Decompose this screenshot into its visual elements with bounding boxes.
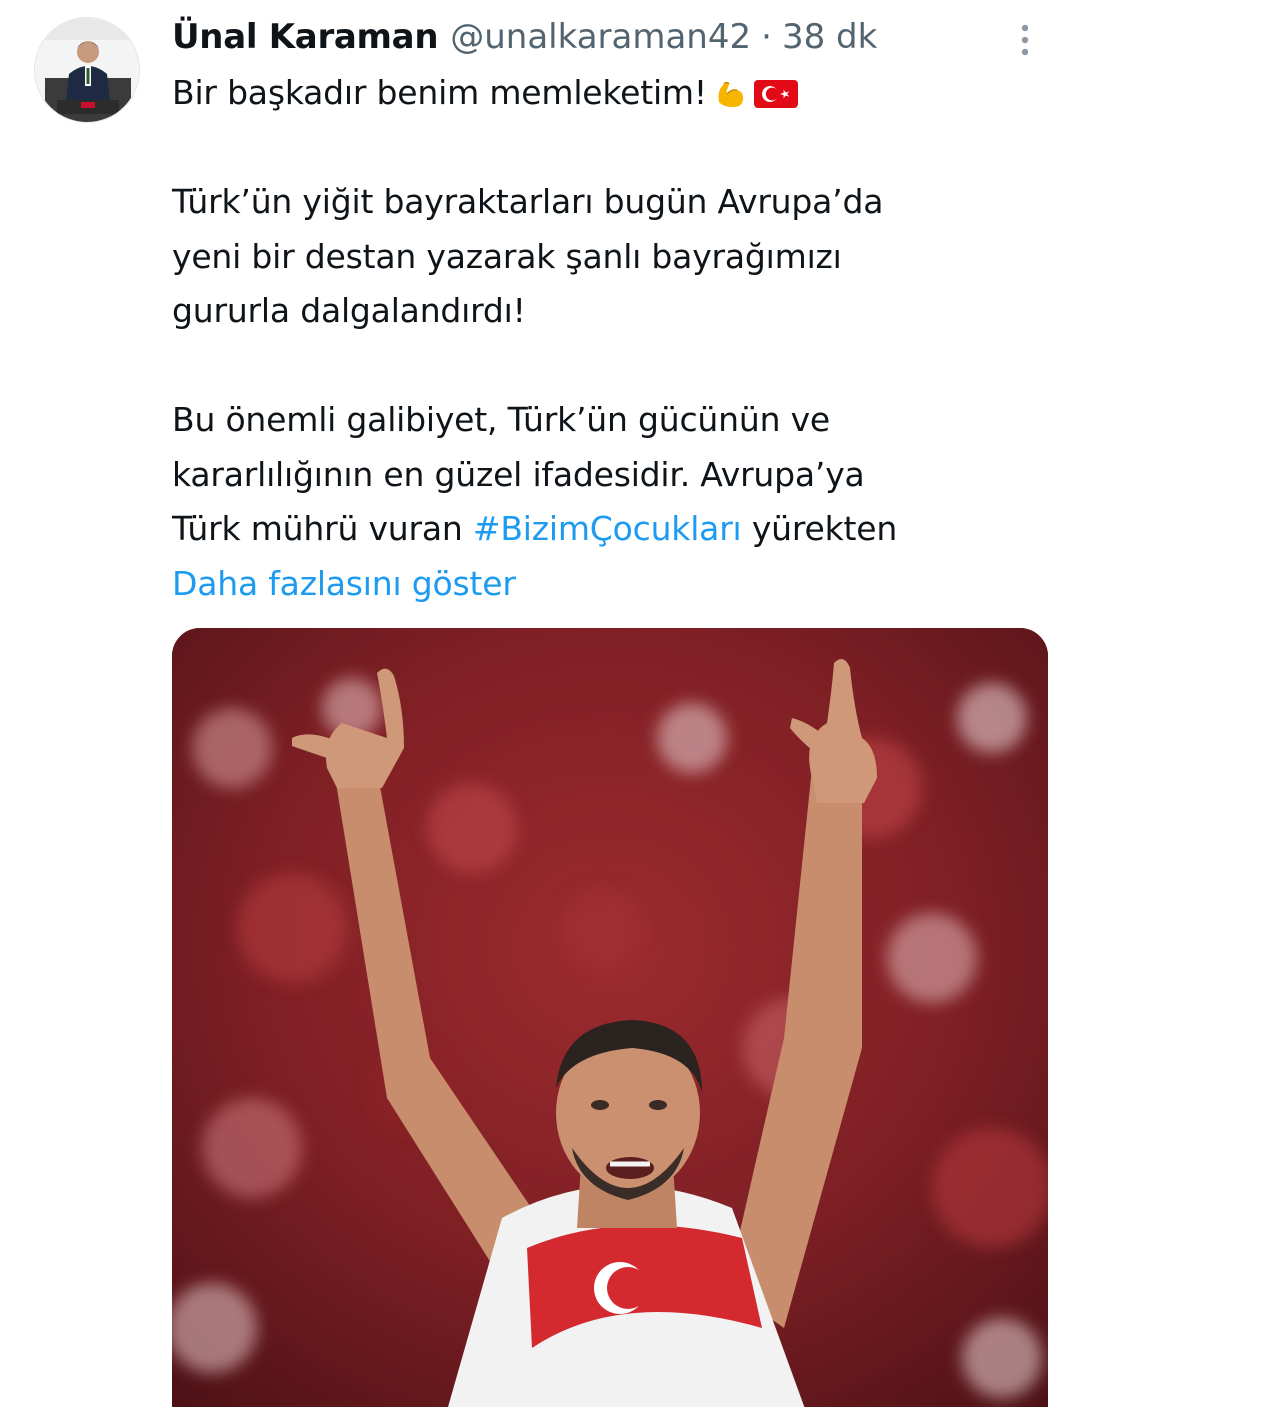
more-options-icon[interactable]: [1010, 20, 1040, 60]
tweet[interactable]: Ünal Karaman @unalkaraman42 · 38 dk Bir …: [0, 0, 1280, 1407]
tweet-line-7-before: Türk mührü vuran: [172, 509, 473, 548]
turkey-flag-icon: [753, 72, 799, 127]
tweet-timestamp[interactable]: 38 dk: [782, 12, 877, 62]
show-more-link[interactable]: Daha fazlasını göster: [172, 557, 1072, 612]
tweet-line-4: gururla dalgalandırdı!: [172, 291, 526, 330]
tweet-line-7-after: yürekten: [741, 509, 898, 548]
author-name[interactable]: Ünal Karaman: [172, 12, 439, 62]
politician-at-podium-avatar: [35, 18, 139, 122]
football-player-celebrating-photo: [172, 628, 1048, 1407]
tweet-intro: Bir başkadır benim memleketim!: [172, 73, 707, 112]
header-separator: ·: [761, 17, 772, 57]
tweet-line-6: kararlılığının en güzel ifadesidir. Avru…: [172, 454, 865, 494]
flexed-biceps-icon: [713, 72, 747, 127]
tweet-header: Ünal Karaman @unalkaraman42 · 38 dk: [172, 12, 877, 62]
tweet-text: Bir başkadır benim memleketim! Türk’ün y…: [172, 66, 1072, 611]
tweet-line-2: Türk’ün yiğit bayraktarları bugün Avrupa…: [172, 182, 884, 221]
tweet-line-1: Bir başkadır benim memleketim!: [172, 66, 1072, 121]
tweet-media-photo[interactable]: [172, 628, 1048, 1407]
tweet-line-5: Bu önemli galibiyet, Türk’ün gücünün ve: [172, 400, 831, 439]
author-avatar[interactable]: [34, 17, 140, 123]
author-handle[interactable]: @unalkaraman42: [450, 12, 751, 62]
hashtag-link[interactable]: #BizimÇocukları: [473, 509, 742, 548]
tweet-line-3: yeni bir destan yazarak şanlı bayrağımız…: [172, 236, 842, 276]
tweet-line-7: Türk mührü vuran #BizimÇocukları yürekte…: [172, 502, 1072, 557]
